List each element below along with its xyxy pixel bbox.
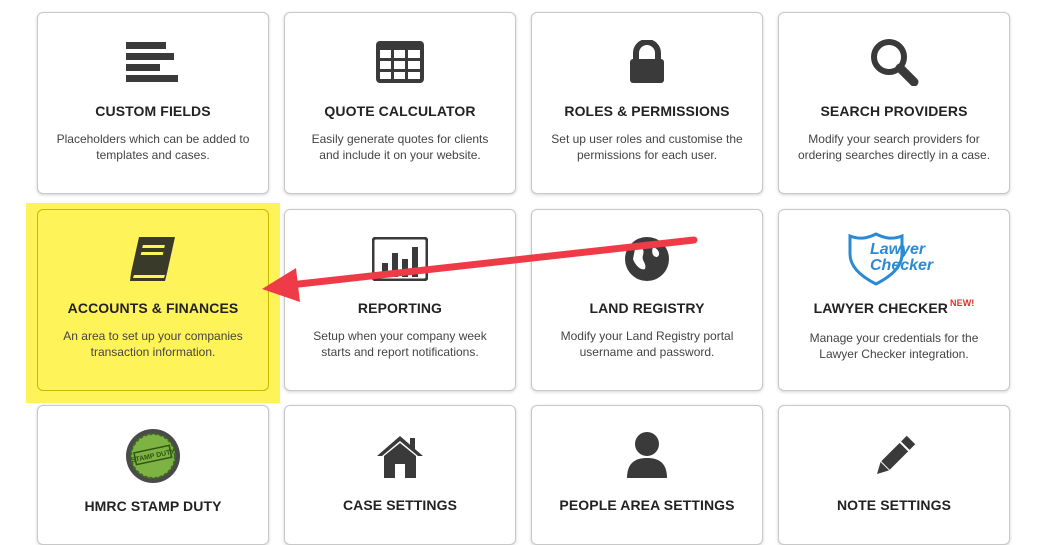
card-description: Easily generate quotes for clients and i… xyxy=(311,132,489,162)
card-title: LAND REGISTRY xyxy=(589,300,705,316)
padlock-icon xyxy=(532,37,762,87)
card-description: Placeholders which can be added to templ… xyxy=(56,132,250,162)
book-icon xyxy=(38,234,268,284)
logo-text-line1: Lawyer xyxy=(870,241,926,258)
card-custom-fields[interactable]: CUSTOM FIELDS Placeholders which can be … xyxy=(37,12,269,194)
house-icon xyxy=(285,432,515,482)
card-hmrc-stamp-duty[interactable]: STAMP DUTY HMRC STAMP DUTY xyxy=(37,405,269,545)
logo-text-line2: Checker xyxy=(870,257,934,274)
card-description: Setup when your company week starts and … xyxy=(313,329,487,359)
card-title: REPORTING xyxy=(357,300,443,316)
card-accounts-finances[interactable]: ACCOUNTS & FINANCES An area to set up yo… xyxy=(37,209,269,391)
card-title-text: LAWYER CHECKER xyxy=(813,300,948,316)
new-badge: NEW! xyxy=(950,298,975,308)
calculator-grid-icon xyxy=(285,37,515,87)
card-title: PEOPLE AREA SETTINGS xyxy=(559,497,735,513)
card-quote-calculator[interactable]: QUOTE CALCULATOR Easily generate quotes … xyxy=(284,12,516,194)
card-land-registry[interactable]: LAND REGISTRY Modify your Land Registry … xyxy=(531,209,763,391)
card-title: HMRC STAMP DUTY xyxy=(84,498,222,514)
card-title: CUSTOM FIELDS xyxy=(95,103,211,119)
card-title: ACCOUNTS & FINANCES xyxy=(67,300,239,316)
card-title: ROLES & PERMISSIONS xyxy=(564,103,730,119)
card-description: Modify your Land Registry portal usernam… xyxy=(560,329,734,359)
search-icon xyxy=(779,37,1009,87)
card-title: CASE SETTINGS xyxy=(342,497,458,513)
card-description: Modify your search providers for orderin… xyxy=(797,132,991,162)
card-reporting[interactable]: REPORTING Setup when your company week s… xyxy=(284,209,516,391)
card-case-settings[interactable]: CASE SETTINGS xyxy=(284,405,516,545)
bar-chart-icon xyxy=(285,234,515,284)
card-description: Set up user roles and customise the perm… xyxy=(551,132,743,162)
lawyer-checker-logo: Lawyer Checker xyxy=(779,232,1009,286)
list-icon xyxy=(38,37,268,87)
card-lawyer-checker[interactable]: Lawyer Checker LAWYER CHECKER NEW! Manage… xyxy=(778,209,1010,391)
settings-grid: CUSTOM FIELDS Placeholders which can be … xyxy=(0,0,1060,545)
card-description: An area to set up your companies transac… xyxy=(63,329,243,359)
card-title: QUOTE CALCULATOR xyxy=(324,103,476,119)
card-title: NOTE SETTINGS xyxy=(836,497,952,513)
card-description: Manage your credentials for the Lawyer C… xyxy=(809,331,979,361)
card-title: LAWYER CHECKER NEW! xyxy=(779,298,1009,316)
card-title: SEARCH PROVIDERS xyxy=(820,103,968,119)
stamp-duty-icon: STAMP DUTY xyxy=(38,428,268,484)
person-icon xyxy=(532,430,762,480)
card-people-area-settings[interactable]: PEOPLE AREA SETTINGS xyxy=(531,405,763,545)
card-search-providers[interactable]: SEARCH PROVIDERS Modify your search prov… xyxy=(778,12,1010,194)
card-note-settings[interactable]: NOTE SETTINGS xyxy=(778,405,1010,545)
card-roles-permissions[interactable]: ROLES & PERMISSIONS Set up user roles an… xyxy=(531,12,763,194)
pencil-icon xyxy=(779,432,1009,482)
globe-icon xyxy=(532,234,762,284)
